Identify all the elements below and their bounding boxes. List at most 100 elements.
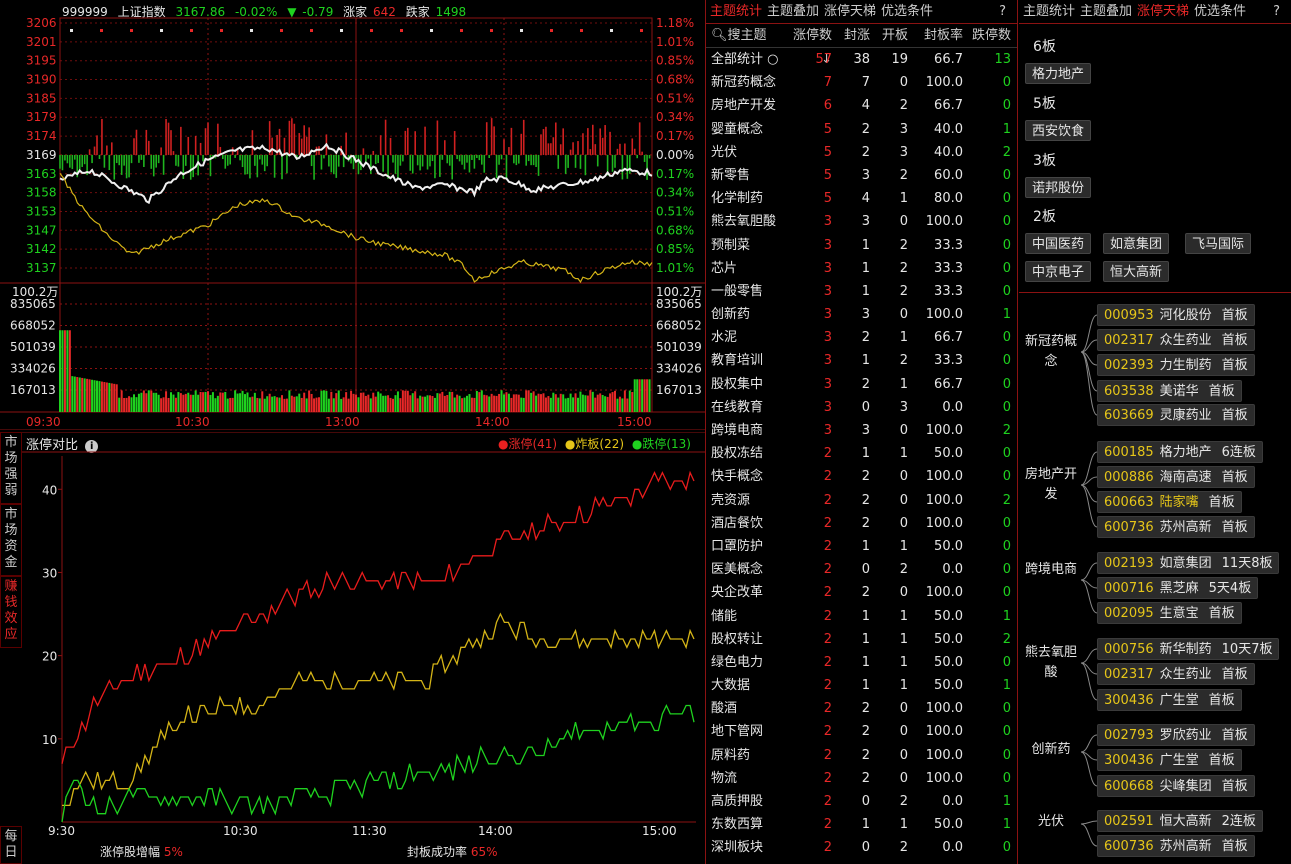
ladder-group-stock[interactable]: 002317 众生药业 首板 xyxy=(1097,329,1255,351)
time-tick: 09:30 xyxy=(26,415,61,429)
limit-up-count: 2 xyxy=(823,701,832,717)
table-row[interactable]: 光伏 5 2 3 40.0 2 xyxy=(706,141,1017,164)
tab-theme-overlay[interactable]: 主题叠加 xyxy=(767,4,819,19)
opened-count: 2 xyxy=(899,98,908,114)
stock-code: 603538 xyxy=(1104,384,1154,399)
col-limit-up[interactable]: 涨停数↓ xyxy=(788,24,838,67)
table-row[interactable]: 地下管网 2 2 0 100.0 0 xyxy=(706,720,1017,743)
table-row[interactable]: 深圳板块 2 0 2 0.0 0 xyxy=(706,836,1017,859)
ladder-group-stock[interactable]: 603669 灵康药业 首板 xyxy=(1097,404,1255,426)
table-row[interactable]: 酸酒 2 2 0 100.0 0 xyxy=(706,697,1017,720)
tab-limit-ladder[interactable]: 涨停天梯 xyxy=(824,4,876,19)
limit-down-count: 0 xyxy=(1002,562,1011,578)
table-row[interactable]: 新零售 5 3 2 60.0 0 xyxy=(706,164,1017,187)
ladder-group-stock[interactable]: 300436 广生堂 首板 xyxy=(1097,749,1242,771)
ladder-group-stock[interactable]: 002793 罗欣药业 首板 xyxy=(1097,724,1255,746)
ladder-group-stock[interactable]: 600185 格力地产 6连板 xyxy=(1097,441,1263,463)
search-theme[interactable]: 🔍︎搜主题 xyxy=(706,24,788,47)
stock-code: 600663 xyxy=(1104,495,1154,510)
limit-up-count: 5 xyxy=(823,167,832,183)
table-row[interactable]: 预制菜 3 1 2 33.3 0 xyxy=(706,234,1017,257)
ladder-group-stock[interactable]: 002095 生意宝 首板 xyxy=(1097,602,1242,624)
ladder-group-stock[interactable]: 600668 尖峰集团 首板 xyxy=(1097,775,1255,797)
limit-up-count: 3 xyxy=(823,237,832,253)
intraday-chart[interactable]: 3206 1.18% 3201 1.01% 3195 0.85% 3190 0.68% 3185… xyxy=(0,0,705,430)
table-row[interactable]: 绿色电力 2 1 1 50.0 0 xyxy=(706,651,1017,674)
table-row[interactable]: 在线教育 3 0 3 0.0 0 xyxy=(706,396,1017,419)
col-seal-rate[interactable]: 封板率 xyxy=(914,24,969,47)
table-row[interactable]: 原料药 2 2 0 100.0 0 xyxy=(706,744,1017,767)
table-row[interactable]: 一般零售 3 1 2 33.3 0 xyxy=(706,280,1017,303)
ladder-group-stock[interactable]: 002393 力生制药 首板 xyxy=(1097,354,1255,376)
ladder-group-stock[interactable]: 002317 众生药业 首板 xyxy=(1097,663,1255,685)
col-sealed[interactable]: 封涨 xyxy=(838,24,876,47)
table-row[interactable]: 股权冻结 2 1 1 50.0 0 xyxy=(706,442,1017,465)
table-row[interactable]: 房地产开发 6 4 2 66.7 0 xyxy=(706,94,1017,117)
ladder-group-stock[interactable]: 000756 新华制药 10天7板 xyxy=(1097,638,1280,660)
price-tick: 3137 xyxy=(26,261,57,275)
ladder-group-stock[interactable]: 603538 美诺华 首板 xyxy=(1097,380,1242,402)
stock-name: 苏州高新 xyxy=(1159,520,1212,535)
opened-count: 0 xyxy=(899,214,908,230)
table-row[interactable]: 物流 2 2 0 100.0 0 xyxy=(706,767,1017,790)
pct-tick: 0.51% xyxy=(656,91,694,105)
table-row[interactable]: 股权集中 3 2 1 66.7 0 xyxy=(706,373,1017,396)
table-row[interactable]: 央企改革 2 2 0 100.0 0 xyxy=(706,581,1017,604)
table-row[interactable]: 快手概念 2 2 0 100.0 0 xyxy=(706,465,1017,488)
tab-theme-stats[interactable]: 主题统计 xyxy=(710,4,762,19)
help-icon[interactable]: ? xyxy=(999,0,1006,24)
sealed-count: 2 xyxy=(861,747,870,763)
ladder-group-stock[interactable]: 000886 海南高速 首板 xyxy=(1097,466,1255,488)
event-marker xyxy=(580,29,583,32)
ladder-group-stock[interactable]: 600736 苏州高新 首板 xyxy=(1097,835,1255,857)
table-row[interactable]: 跨境电商 3 3 0 100.0 2 xyxy=(706,419,1017,442)
table-row[interactable]: 熊去氧胆酸 3 3 0 100.0 0 xyxy=(706,210,1017,233)
table-row[interactable]: 高质押股 2 0 2 0.0 1 xyxy=(706,790,1017,813)
ladder-group-stock[interactable]: 600663 陆家嘴 首板 xyxy=(1097,491,1242,513)
opened-count: 0 xyxy=(899,724,908,740)
limit-up-count: 2 xyxy=(823,678,832,694)
ladder-group-stock[interactable]: 300436 广生堂 首板 xyxy=(1097,689,1242,711)
ladder-group-stock[interactable]: 000716 黑芝麻 5天4板 xyxy=(1097,577,1259,599)
table-row[interactable]: 教育培训 3 1 2 33.3 0 xyxy=(706,349,1017,372)
seal-rate: 33.3 xyxy=(934,237,963,253)
ladder-group-stock[interactable]: 002591 恒大高新 2连板 xyxy=(1097,810,1263,832)
theme-name: 跨境电商 xyxy=(711,423,764,438)
ladder-group-stock[interactable]: 600736 苏州高新 首板 xyxy=(1097,516,1255,538)
opened-count: 2 xyxy=(899,167,908,183)
ladder-group-stock[interactable]: 000953 河化股份 首板 xyxy=(1097,304,1255,326)
table-row[interactable]: 新冠药概念 7 7 0 100.0 0 xyxy=(706,71,1017,94)
table-row[interactable]: 创新药 3 3 0 100.0 1 xyxy=(706,303,1017,326)
table-row[interactable]: 医美概念 2 0 2 0.0 0 xyxy=(706,558,1017,581)
sealed-count: 1 xyxy=(861,608,870,624)
table-row[interactable]: 东数西算 2 1 1 50.0 1 xyxy=(706,813,1017,836)
table-row[interactable]: 大数据 2 1 1 50.0 1 xyxy=(706,674,1017,697)
limit-down-count: 2 xyxy=(1002,492,1011,508)
col-opened[interactable]: 开板 xyxy=(876,24,914,47)
theme-name: 酸酒 xyxy=(711,701,738,717)
table-row[interactable]: 婴童概念 5 2 3 40.0 1 xyxy=(706,118,1017,141)
tab-preferred-conditions[interactable]: 优选条件 xyxy=(881,4,933,19)
col-limit-down[interactable]: 跌停数 xyxy=(969,24,1017,47)
seal-rate: 100.0 xyxy=(925,770,963,786)
table-row[interactable]: 口罩防护 2 1 1 50.0 0 xyxy=(706,535,1017,558)
table-row[interactable]: 化学制药 5 4 1 80.0 0 xyxy=(706,187,1017,210)
stock-name: 格力地产 xyxy=(1159,445,1212,460)
opened-count: 1 xyxy=(899,376,908,392)
table-row[interactable]: 酒店餐饮 2 2 0 100.0 0 xyxy=(706,512,1017,535)
table-row[interactable]: 股权转让 2 1 1 50.0 2 xyxy=(706,628,1017,651)
table-row[interactable]: 水泥 3 2 1 66.7 0 xyxy=(706,326,1017,349)
volume-tick: 501039 xyxy=(10,340,56,354)
table-row[interactable]: 储能 2 1 1 50.0 1 xyxy=(706,605,1017,628)
stock-name: 众生药业 xyxy=(1159,667,1212,682)
theme-rows: 全部统计 ○ 57 38 19 66.7 13 新冠药概念 7 7 0 100.0 0 房地产开发 6 4 2… xyxy=(706,48,1017,860)
refresh-icon[interactable]: ○ xyxy=(763,52,778,67)
table-row[interactable]: 芯片 3 1 2 33.3 0 xyxy=(706,257,1017,280)
event-marker xyxy=(190,29,193,32)
table-row[interactable]: 全部统计 ○ 57 38 19 66.7 13 xyxy=(706,48,1017,71)
theme-name: 股权冻结 xyxy=(711,446,764,462)
all-stats-label: 全部统计 xyxy=(711,52,764,67)
price-tick: 3163 xyxy=(26,167,57,181)
table-row[interactable]: 壳资源 2 2 0 100.0 2 xyxy=(706,489,1017,512)
ladder-group-stock[interactable]: 002193 如意集团 11天8板 xyxy=(1097,552,1280,574)
